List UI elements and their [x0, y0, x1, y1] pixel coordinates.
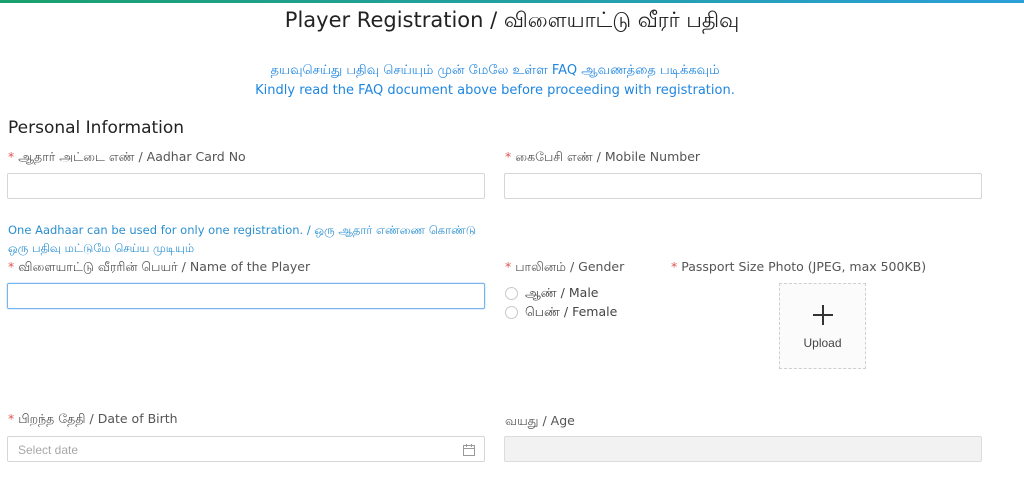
- mobile-label-text: கைபேசி எண் / Mobile Number: [515, 149, 701, 164]
- required-mark: *: [8, 259, 15, 274]
- dob-placeholder: Select date: [18, 443, 79, 457]
- dob-label-text: பிறந்த தேதி / Date of Birth: [18, 411, 178, 426]
- player-name-input[interactable]: [7, 283, 485, 309]
- age-input: [504, 436, 982, 462]
- required-mark: *: [8, 149, 15, 164]
- photo-label-text: Passport Size Photo (JPEG, max 500KB): [681, 259, 927, 274]
- gender-label: * பாலினம் / Gender: [505, 259, 624, 276]
- radio-button[interactable]: [505, 287, 518, 300]
- aadhar-input[interactable]: [7, 173, 485, 199]
- aadhar-label: * ஆதார் அட்டை எண் / Aadhar Card No: [8, 149, 246, 166]
- calendar-icon[interactable]: [463, 443, 475, 456]
- section-title: Personal Information: [8, 118, 185, 138]
- faq-notice-english: Kindly read the FAQ document above befor…: [255, 83, 735, 98]
- dob-date-picker[interactable]: Select date: [7, 436, 485, 462]
- page-title: Player Registration / விளையாட்டு வீரர் ப…: [284, 8, 740, 32]
- top-accent-bar: [0, 0, 1024, 3]
- player-name-label: * விளையாட்டு வீரரின் பெயர் / Name of the …: [8, 259, 310, 276]
- faq-notice-tamil: தயவுசெய்து பதிவு செய்யும் முன் மேலே உள்ள…: [270, 63, 720, 78]
- required-mark: *: [8, 411, 15, 426]
- mobile-label: * கைபேசி எண் / Mobile Number: [505, 149, 700, 166]
- dob-label: * பிறந்த தேதி / Date of Birth: [8, 411, 178, 428]
- required-mark: *: [505, 259, 512, 274]
- upload-label: Upload: [803, 335, 842, 350]
- radio-button[interactable]: [505, 306, 518, 319]
- required-mark: *: [505, 149, 512, 164]
- required-mark: *: [671, 259, 678, 274]
- player-name-label-text: விளையாட்டு வீரரின் பெயர் / Name of the P…: [18, 259, 311, 274]
- mobile-input[interactable]: [504, 173, 982, 199]
- gender-option-female[interactable]: பெண் / Female: [505, 304, 617, 321]
- gender-option-label: ஆண் / Male: [525, 285, 599, 300]
- gender-option-male[interactable]: ஆண் / Male: [505, 285, 598, 302]
- photo-upload-button[interactable]: Upload: [779, 283, 866, 369]
- aadhar-hint-line1: One Aadhaar can be used for only one reg…: [8, 223, 477, 237]
- aadhar-label-text: ஆதார் அட்டை எண் / Aadhar Card No: [18, 149, 246, 164]
- age-label: வயது / Age: [505, 413, 575, 428]
- aadhar-hint-line2: ஒரு பதிவு மட்டுமே செய்ய முடியும்: [8, 241, 195, 255]
- plus-icon: [812, 303, 834, 331]
- gender-option-label: பெண் / Female: [525, 304, 618, 319]
- gender-label-text: பாலினம் / Gender: [515, 259, 625, 274]
- photo-label: * Passport Size Photo (JPEG, max 500KB): [671, 259, 926, 274]
